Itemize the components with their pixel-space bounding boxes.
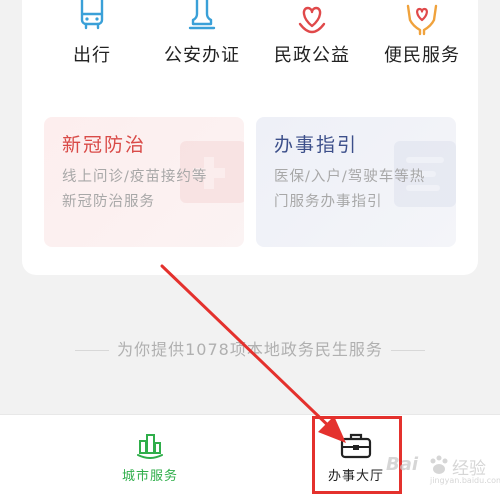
police-stamp-icon — [188, 0, 216, 30]
service-label: 民政公益 — [274, 45, 350, 66]
service-grid: 出行 公安办证 民政公益 便民服务 — [22, 0, 478, 100]
card-description: 线上问诊/疫苗接约等新冠防治服务 — [62, 169, 208, 210]
service-count-banner: 为你提供1078项本地政务民生服务 — [0, 336, 500, 360]
service-travel[interactable]: 出行 — [42, 0, 142, 69]
bus-icon — [80, 0, 104, 30]
service-count-text: 为你提供1078项本地政务民生服务 — [117, 340, 383, 359]
covid-card[interactable]: 新冠防治 线上问诊/疫苗接约等新冠防治服务 — [44, 117, 244, 247]
divider — [75, 350, 110, 351]
service-police[interactable]: 公安办证 — [152, 0, 252, 69]
guide-card[interactable]: 办事指引 医保/入户/驾驶车等热门服务办事指引 — [256, 117, 456, 247]
tab-city-services[interactable]: 城市服务 — [90, 415, 210, 500]
card-title: 新冠防治 — [62, 134, 147, 156]
service-label: 公安办证 — [164, 45, 240, 66]
briefcase-icon — [340, 433, 372, 459]
heart-flower-icon — [298, 6, 326, 34]
watermark-url: jingyan.baidu.com — [430, 476, 500, 485]
service-label: 出行 — [73, 45, 111, 66]
service-convenience[interactable]: 便民服务 — [372, 0, 472, 69]
card-title: 办事指引 — [274, 134, 359, 156]
watermark-brand: Bai — [386, 454, 419, 475]
service-label: 便民服务 — [384, 45, 460, 66]
service-civil[interactable]: 民政公益 — [262, 0, 362, 69]
hands-heart-icon — [406, 4, 438, 36]
card-description: 医保/入户/驾驶车等热门服务办事指引 — [274, 169, 426, 210]
divider — [390, 350, 425, 351]
services-card: 出行 公安办证 民政公益 便民服务 新冠防治 线上问诊/疫苗接约等新冠防治服务 … — [22, 0, 478, 275]
baidu-watermark: Bai 经验 jingyan.baidu.com — [386, 452, 500, 492]
paw-icon — [430, 455, 448, 474]
tab-label: 城市服务 — [121, 469, 178, 484]
city-buildings-icon — [137, 434, 163, 459]
